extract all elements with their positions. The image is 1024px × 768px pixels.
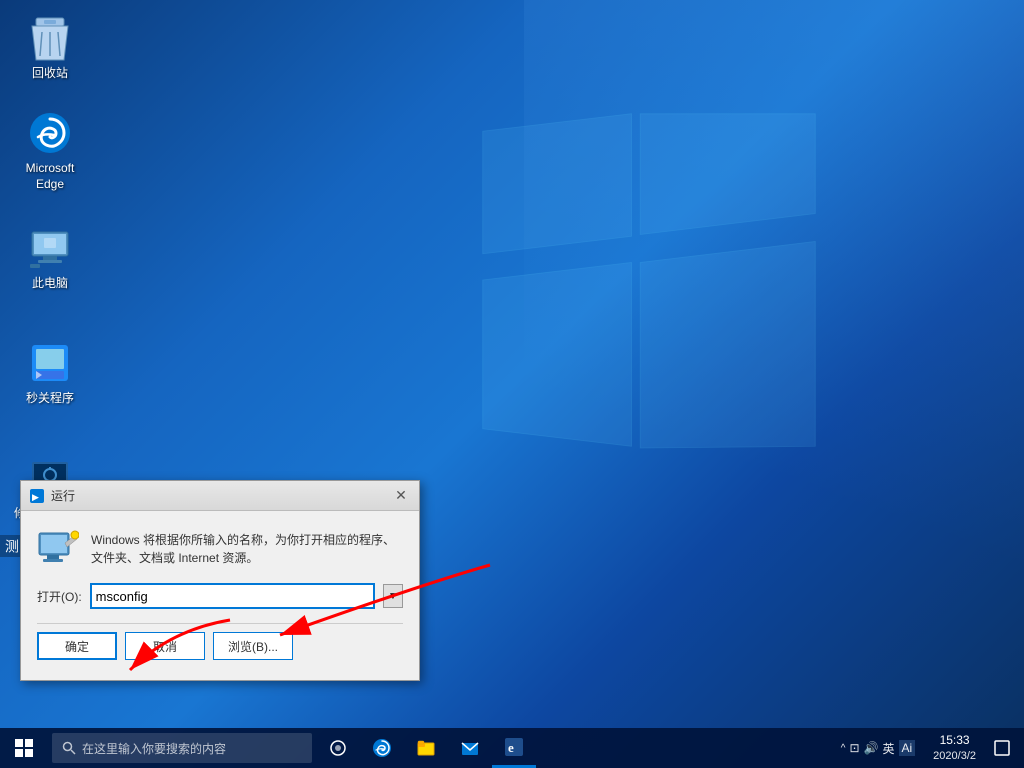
this-pc-label: 此电脑 <box>32 276 68 292</box>
windows-logo-watermark <box>474 80 824 480</box>
search-placeholder-text: 在这里输入你要搜索的内容 <box>82 740 226 757</box>
run-icon <box>37 527 79 569</box>
run-confirm-button[interactable]: 确定 <box>37 632 117 660</box>
clock-date: 2020/3/2 <box>933 749 976 764</box>
desktop: 回收站 MicrosoftEdge 此电脑 <box>0 0 1024 768</box>
desktop-icon-this-pc[interactable]: 此电脑 <box>10 220 90 296</box>
run-dialog-title: 运行 <box>51 487 75 504</box>
taskbar-edge-icon <box>372 738 392 758</box>
run-buttons-row: 确定 取消 浏览(B)... <box>37 623 403 664</box>
run-dialog-body: Windows 将根据你所输入的名称，为你打开相应的程序、 文件夹、文档或 In… <box>21 511 419 680</box>
desktop-icon-recycle-bin[interactable]: 回收站 <box>10 10 90 86</box>
windows-logo-icon <box>15 739 33 757</box>
taskbar-edge-button[interactable] <box>360 728 404 768</box>
start-button[interactable] <box>0 728 48 768</box>
desktop-icon-edge[interactable]: MicrosoftEdge <box>10 105 90 196</box>
task-view-icon <box>329 739 347 757</box>
taskbar-explorer-icon <box>416 738 436 758</box>
task-view-button[interactable] <box>316 728 360 768</box>
system-tray: ^ ⊡ 🔊 英 Ai <box>833 740 923 757</box>
taskbar-explorer-button[interactable] <box>404 728 448 768</box>
search-icon <box>62 741 76 755</box>
tray-network-icon[interactable]: ⊡ <box>849 741 859 755</box>
run-dialog-description: Windows 将根据你所输入的名称，为你打开相应的程序、 文件夹、文档或 In… <box>91 527 403 567</box>
svg-text:▶: ▶ <box>32 492 39 502</box>
desktop-icon-shortcut-prog[interactable]: 秒关程序 <box>10 335 90 411</box>
taskbar-mail-icon <box>460 738 480 758</box>
run-close-button[interactable]: ✕ <box>391 486 411 506</box>
this-pc-icon <box>26 224 74 272</box>
edge-label: MicrosoftEdge <box>26 161 75 192</box>
shortcut-prog-icon <box>26 339 74 387</box>
taskbar-ie-icon: e <box>504 737 524 757</box>
notification-icon <box>994 740 1010 756</box>
svg-text:e: e <box>508 740 514 755</box>
taskbar-search-bar[interactable]: 在这里输入你要搜索的内容 <box>52 733 312 763</box>
tray-volume-icon[interactable]: 🔊 <box>864 741 879 755</box>
run-dropdown-button[interactable]: ▼ <box>383 584 403 608</box>
tray-expand-icon[interactable]: ^ <box>841 743 846 754</box>
run-input-wrapper <box>90 583 375 609</box>
recycle-bin-icon <box>26 14 74 62</box>
taskbar-mail-button[interactable] <box>448 728 492 768</box>
run-input-label: 打开(O): <box>37 588 82 605</box>
taskbar-right: ^ ⊡ 🔊 英 Ai 15:33 2020/3/2 <box>833 728 1024 768</box>
tray-language-icon[interactable]: 英 <box>882 740 894 757</box>
edge-icon <box>26 109 74 157</box>
run-titlebar: ▶ 运行 ✕ <box>21 481 419 511</box>
run-browse-button[interactable]: 浏览(B)... <box>213 632 293 660</box>
run-input-field[interactable] <box>92 585 373 607</box>
recycle-bin-label: 回收站 <box>32 66 68 82</box>
tray-ime-label[interactable]: Ai <box>899 740 916 756</box>
clock-time: 15:33 <box>940 732 970 749</box>
notification-button[interactable] <box>986 728 1018 768</box>
taskbar: 在这里输入你要搜索的内容 <box>0 728 1024 768</box>
shortcut-prog-label: 秒关程序 <box>26 391 74 407</box>
run-dialog: ▶ 运行 ✕ Windows 将根据你所输入的名称，为 <box>20 480 420 681</box>
taskbar-ie-button[interactable]: e <box>492 728 536 768</box>
clock[interactable]: 15:33 2020/3/2 <box>923 732 986 764</box>
run-cancel-button[interactable]: 取消 <box>125 632 205 660</box>
run-dialog-icon: ▶ <box>29 488 45 504</box>
